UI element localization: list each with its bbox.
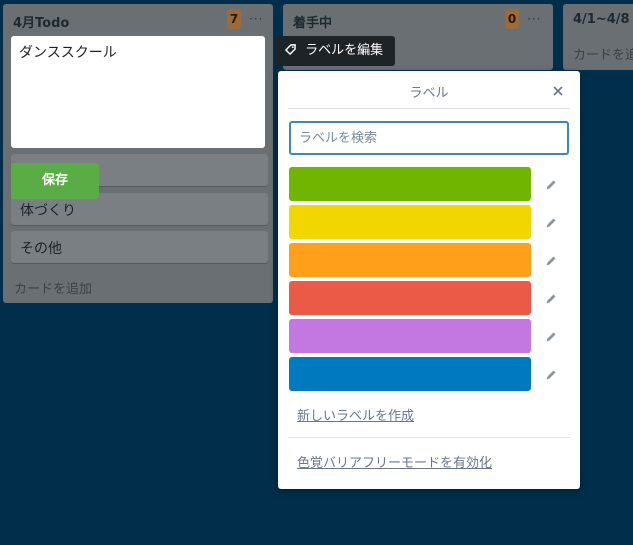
list-menu-icon[interactable]: ··· <box>249 12 263 26</box>
card-other[interactable]: その他 <box>11 231 268 263</box>
edit-label-pencil-icon[interactable] <box>544 253 558 267</box>
edit-label-pencil-icon[interactable] <box>544 177 558 191</box>
label-purple[interactable] <box>289 319 531 353</box>
label-orange[interactable] <box>289 243 531 277</box>
add-card-link[interactable]: カードを追加 <box>573 44 633 63</box>
list-title[interactable]: 4/1~4/8 <box>573 12 630 27</box>
card-count-badge: 7 <box>227 9 241 29</box>
list-title[interactable]: 4月Todo <box>13 12 69 31</box>
divider <box>288 108 570 109</box>
label-yellow[interactable] <box>289 205 531 239</box>
create-label-link[interactable]: 新しいラベルを作成 <box>297 405 414 424</box>
edit-labels-label: ラベルを編集 <box>305 43 384 58</box>
edit-labels-button[interactable]: ラベルを編集 <box>275 36 396 66</box>
label-green[interactable] <box>289 167 531 201</box>
label-search-input[interactable] <box>289 121 569 155</box>
edit-label-pencil-icon[interactable] <box>544 367 558 381</box>
list-week: 4/1~4/8 カードを追加 <box>563 4 633 70</box>
edit-label-pencil-icon[interactable] <box>544 329 558 343</box>
colorblind-mode-link[interactable]: 色覚バリアフリーモードを有効化 <box>297 452 492 471</box>
close-icon[interactable] <box>550 83 566 99</box>
label-red[interactable] <box>289 281 531 315</box>
popover-title: ラベル <box>409 86 449 101</box>
add-card-link[interactable]: カードを追加 <box>14 278 92 297</box>
list-menu-icon[interactable]: ··· <box>527 12 541 26</box>
divider <box>288 437 570 438</box>
tag-icon <box>284 43 305 58</box>
edit-label-pencil-icon[interactable] <box>544 215 558 229</box>
label-blue[interactable] <box>289 357 531 391</box>
labels-popover: ラベル 新しいラベルを作成 色覚バリアフリーモードを有効化 <box>278 71 580 489</box>
list-title[interactable]: 着手中 <box>293 12 332 31</box>
card-title-editor[interactable]: ダンススクール <box>11 36 265 148</box>
save-button[interactable]: 保存 <box>11 163 99 199</box>
card-count-badge: 0 <box>505 9 519 29</box>
edit-label-pencil-icon[interactable] <box>544 291 558 305</box>
